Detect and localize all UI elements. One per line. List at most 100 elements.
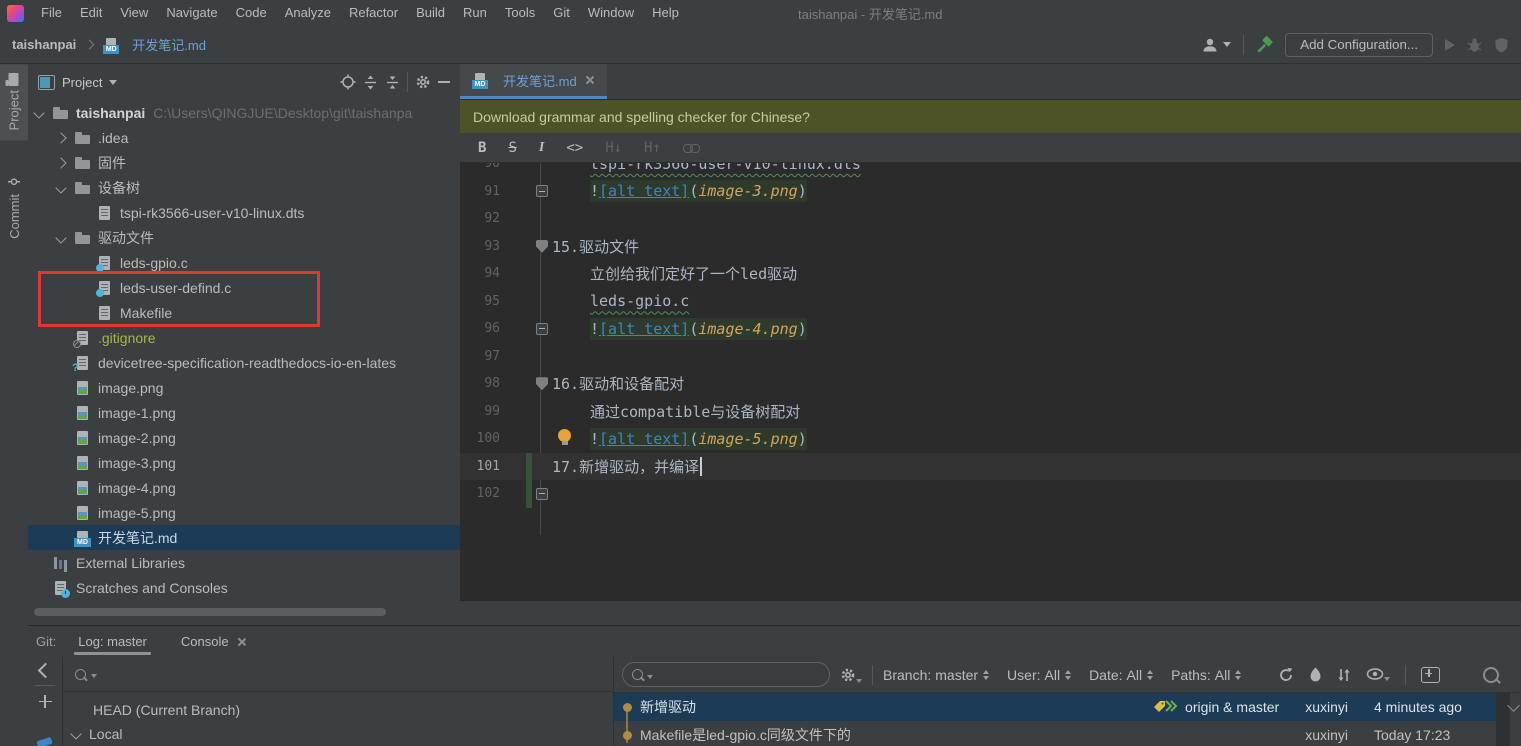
chevron-down-icon[interactable]	[55, 182, 66, 193]
tree-item[interactable]: 驱动文件	[28, 225, 460, 250]
menu-tools[interactable]: Tools	[496, 0, 544, 26]
clipped-toolbar-icon[interactable]	[36, 737, 52, 746]
commit-search-field[interactable]	[622, 662, 830, 687]
filter-branch[interactable]: Branch:master	[883, 667, 989, 683]
tree-item[interactable]: image.png	[28, 375, 460, 400]
flame-icon[interactable]	[1309, 667, 1322, 682]
tree-item[interactable]: .gitignore	[28, 325, 460, 350]
chevron-right-icon[interactable]	[55, 157, 66, 168]
menu-analyze[interactable]: Analyze	[276, 0, 340, 26]
horizontal-scrollbar[interactable]	[34, 608, 386, 616]
menu-code[interactable]: Code	[227, 0, 276, 26]
build-button[interactable]	[1256, 36, 1273, 53]
menu-git[interactable]: Git	[544, 0, 579, 26]
filter-settings-button[interactable]	[840, 667, 862, 683]
coverage-button-disabled[interactable]	[1494, 37, 1509, 53]
collapse-all-icon[interactable]	[385, 75, 400, 90]
run-button-disabled[interactable]	[1445, 39, 1455, 51]
filter-paths[interactable]: Paths:All	[1171, 667, 1241, 683]
tree-item[interactable]: image-2.png	[28, 425, 460, 450]
chevron-right-icon[interactable]	[55, 132, 66, 143]
editor-line[interactable]: 91![alt text](image-3.png)	[460, 178, 1521, 206]
close-icon[interactable]	[585, 75, 595, 85]
vertical-scrollbar[interactable]	[1496, 693, 1510, 746]
editor-line[interactable]: 94立创给我们定好了一个led驱动	[460, 260, 1521, 288]
commit-row[interactable]: Makefile是led-gpio.c同级文件下的xuxinyiToday 17…	[614, 721, 1496, 746]
intention-bulb-icon[interactable]	[558, 429, 571, 442]
editor-tab[interactable]: MD 开发笔记.md	[460, 64, 607, 99]
commit-row[interactable]: 新增驱动origin & masterxuxinyi4 minutes ago	[614, 693, 1496, 721]
filter-user[interactable]: User:All	[1007, 667, 1071, 683]
tree-item[interactable]: 固件	[28, 150, 460, 175]
tree-item[interactable]: image-3.png	[28, 450, 460, 475]
bold-icon[interactable]: B	[478, 140, 486, 156]
editor-line[interactable]: 92	[460, 205, 1521, 233]
strikethrough-icon[interactable]: S	[508, 140, 516, 156]
plus-icon[interactable]	[39, 695, 52, 708]
chevron-down-icon[interactable]	[109, 80, 117, 85]
editor-line[interactable]: 100![alt text](image-5.png)	[460, 425, 1521, 453]
tree-item[interactable]: tspi-rk3566-user-v10-linux.dts	[28, 200, 460, 225]
editor-body[interactable]: 90tspi-rk3566-user-v10-linux.dts91![alt …	[460, 163, 1521, 600]
expand-all-icon[interactable]	[363, 75, 378, 90]
git-tab-console[interactable]: Console	[177, 626, 251, 657]
menu-window[interactable]: Window	[579, 0, 643, 26]
fold-region-icon[interactable]	[536, 323, 548, 335]
editor-line[interactable]: 95leds-gpio.c	[460, 288, 1521, 316]
chevron-down-icon[interactable]	[55, 232, 66, 243]
editor-line[interactable]: 10117.新增驱动，并编译	[460, 453, 1521, 481]
stripe-commit-button[interactable]: Commit	[7, 166, 22, 249]
editor-line[interactable]: 99通过compatible与设备树配对	[460, 398, 1521, 426]
sort-icon[interactable]	[1337, 667, 1351, 683]
project-panel-title[interactable]: Project	[62, 75, 102, 90]
editor-line[interactable]: 9816.驱动和设备配对	[460, 370, 1521, 398]
editor-line[interactable]: 9315.驱动文件	[460, 233, 1521, 261]
tree-item[interactable]: image-5.png	[28, 500, 460, 525]
settings-gear-icon[interactable]	[415, 74, 431, 90]
link-icon[interactable]	[683, 143, 699, 153]
menu-build[interactable]: Build	[407, 0, 454, 26]
menu-navigate[interactable]: Navigate	[157, 0, 226, 26]
tree-item[interactable]: image-4.png	[28, 475, 460, 500]
editor-line[interactable]: 96![alt text](image-4.png)	[460, 315, 1521, 343]
filter-date[interactable]: Date:All	[1089, 667, 1153, 683]
refresh-icon[interactable]	[1278, 667, 1294, 683]
user-account-button[interactable]	[1201, 37, 1231, 53]
view-options-button[interactable]	[1366, 668, 1390, 681]
tree-item[interactable]: image-1.png	[28, 400, 460, 425]
tree-item[interactable]: External Libraries	[28, 550, 460, 575]
header-up-icon[interactable]: H↑	[644, 140, 661, 156]
stripe-project-button[interactable]: Project	[0, 64, 28, 140]
tree-item[interactable]: 设备树	[28, 175, 460, 200]
fold-region-icon[interactable]	[536, 488, 548, 500]
tree-item[interactable]: taishanpaiC:\Users\QINGJUE\Desktop\git\t…	[28, 100, 460, 125]
fold-region-icon[interactable]	[536, 185, 548, 197]
branch-head-row[interactable]: HEAD (Current Branch)	[63, 698, 613, 722]
branch-search-row[interactable]	[63, 657, 613, 692]
menu-edit[interactable]: Edit	[71, 0, 111, 26]
hide-panel-icon[interactable]	[438, 81, 450, 83]
editor-line[interactable]: 102	[460, 480, 1521, 508]
chevron-down-icon[interactable]	[70, 728, 81, 739]
editor-line[interactable]: 97	[460, 343, 1521, 371]
open-new-tab-icon[interactable]	[1421, 667, 1440, 683]
italic-icon[interactable]: I	[539, 140, 544, 156]
locate-file-icon[interactable]	[340, 74, 356, 90]
git-tab-log[interactable]: Log: master	[74, 626, 151, 657]
menu-refactor[interactable]: Refactor	[340, 0, 407, 26]
breadcrumb-file[interactable]: MD 开发笔记.md	[103, 35, 206, 54]
close-icon[interactable]	[237, 637, 247, 647]
menu-view[interactable]: View	[111, 0, 157, 26]
tree-item[interactable]: .idea	[28, 125, 460, 150]
menu-file[interactable]: File	[32, 0, 71, 26]
chevron-down-icon[interactable]	[33, 107, 44, 118]
fold-start-icon[interactable]	[536, 240, 548, 253]
tree-item[interactable]: ?devicetree-specification-readthedocs-io…	[28, 350, 460, 375]
tree-item[interactable]: MD开发笔记.md	[28, 525, 460, 550]
tree-item[interactable]: Scratches and Consoles	[28, 575, 460, 600]
fold-start-icon[interactable]	[536, 377, 548, 390]
code-icon[interactable]: <>	[566, 140, 583, 156]
menu-run[interactable]: Run	[454, 0, 496, 26]
debug-button-disabled[interactable]	[1467, 37, 1482, 53]
add-configuration-button[interactable]: Add Configuration...	[1285, 33, 1433, 57]
